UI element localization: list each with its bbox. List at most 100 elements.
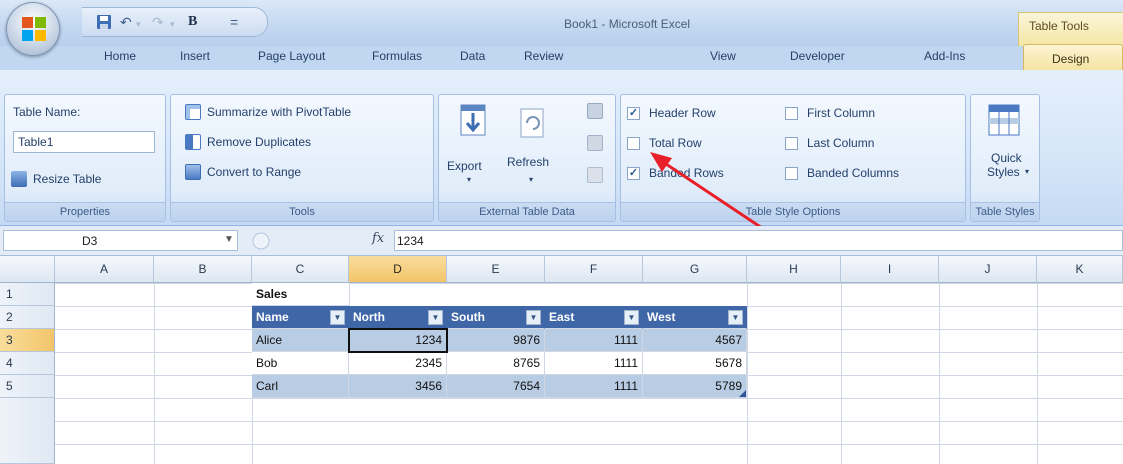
table-header-east[interactable]: East ▼ <box>545 306 643 329</box>
banded-rows-checkbox[interactable]: ✓ <box>627 167 640 180</box>
filter-dropdown-icon[interactable]: ▼ <box>728 310 743 325</box>
formula-value: 1234 <box>397 234 424 248</box>
table-cell[interactable]: 4567 <box>643 329 747 352</box>
quick-styles-button[interactable]: Quick Styles ▾ <box>975 101 1037 197</box>
table-header-north[interactable]: North ▼ <box>349 306 447 329</box>
table-cell[interactable]: 8765 <box>447 352 545 375</box>
convert-to-range-button[interactable]: Convert to Range <box>185 161 429 183</box>
save-icon[interactable] <box>96 14 112 30</box>
header-row-option[interactable]: ✓ Header Row <box>627 105 777 123</box>
row-header-4[interactable]: 4 <box>0 352 55 375</box>
formula-bar-expand-icon[interactable] <box>252 232 270 250</box>
tab-page-layout[interactable]: Page Layout <box>258 49 325 63</box>
row-header-empty <box>0 398 55 464</box>
table-header-east-label: East <box>549 310 575 324</box>
table-cell[interactable]: 9876 <box>447 329 545 352</box>
table-header-west[interactable]: West ▼ <box>643 306 747 329</box>
gridline <box>154 283 155 464</box>
filter-dropdown-icon[interactable]: ▼ <box>428 310 443 325</box>
table-cell[interactable]: 1111 <box>545 375 643 398</box>
tab-review[interactable]: Review <box>524 49 563 63</box>
header-row-label: Header Row <box>649 106 716 120</box>
column-header-a[interactable]: A <box>55 256 154 283</box>
tab-formulas[interactable]: Formulas <box>372 49 422 63</box>
window-title: Book1 - Microsoft Excel <box>564 17 691 31</box>
table-cell[interactable]: 2345 <box>349 352 447 375</box>
redo-dropdown-icon[interactable]: ▾ <box>170 13 175 35</box>
column-header-b[interactable]: B <box>154 256 252 283</box>
export-button[interactable]: Export ▾ <box>447 103 499 193</box>
column-header-j[interactable]: J <box>939 256 1037 283</box>
formula-bar: D3 ▼ fx 1234 <box>0 226 1123 256</box>
row-header-1[interactable]: 1 <box>0 283 55 306</box>
refresh-button[interactable]: Refresh ▾ <box>503 103 563 193</box>
table-cell[interactable]: Bob <box>252 352 349 375</box>
select-all-corner[interactable] <box>0 256 55 283</box>
redo-icon[interactable]: ↷ <box>152 11 164 33</box>
refresh-label: Refresh <box>507 155 550 169</box>
gridline <box>1037 283 1038 464</box>
table-cell[interactable]: 5678 <box>643 352 747 375</box>
table-resize-handle[interactable] <box>739 390 746 397</box>
bold-button[interactable]: B <box>188 11 197 33</box>
tab-developer[interactable]: Developer <box>790 49 845 63</box>
customize-toolbar-button[interactable]: = <box>230 11 238 33</box>
office-button[interactable] <box>6 2 60 56</box>
row-header-3[interactable]: 3 <box>0 329 55 352</box>
first-column-option[interactable]: First Column <box>785 105 955 123</box>
filter-dropdown-icon[interactable]: ▼ <box>526 310 541 325</box>
open-browser-icon[interactable] <box>587 135 603 151</box>
column-header-c[interactable]: C <box>252 256 349 283</box>
tab-add-ins[interactable]: Add-Ins <box>924 49 965 63</box>
properties-small-icon[interactable] <box>587 103 603 119</box>
remove-duplicates-icon <box>185 134 201 150</box>
filter-dropdown-icon[interactable]: ▼ <box>330 310 345 325</box>
resize-table-button[interactable]: Resize Table <box>11 169 161 189</box>
banded-columns-checkbox[interactable] <box>785 167 798 180</box>
table-header-name[interactable]: Name ▼ <box>252 306 349 329</box>
tab-insert[interactable]: Insert <box>180 49 210 63</box>
formula-input[interactable]: 1234 <box>394 230 1123 251</box>
table-name-input[interactable]: Table1 <box>13 131 155 153</box>
column-header-e[interactable]: E <box>447 256 545 283</box>
column-header-d[interactable]: D <box>349 256 447 283</box>
tab-data[interactable]: Data <box>460 49 485 63</box>
tab-view[interactable]: View <box>710 49 736 63</box>
column-header-k[interactable]: K <box>1037 256 1123 283</box>
header-row-checkbox[interactable]: ✓ <box>627 107 640 120</box>
column-header-g[interactable]: G <box>643 256 747 283</box>
banded-columns-option[interactable]: Banded Columns <box>785 165 963 183</box>
table-cell[interactable]: 1111 <box>545 329 643 352</box>
undo-dropdown-icon[interactable]: ▾ <box>136 13 141 35</box>
first-column-checkbox[interactable] <box>785 107 798 120</box>
column-header-f[interactable]: F <box>545 256 643 283</box>
column-header-i[interactable]: I <box>841 256 939 283</box>
filter-dropdown-icon[interactable]: ▼ <box>624 310 639 325</box>
tab-design[interactable]: Design <box>1023 44 1123 71</box>
last-column-label: Last Column <box>807 136 875 150</box>
fx-icon[interactable]: fx <box>372 231 384 246</box>
name-box-dropdown-icon[interactable]: ▼ <box>224 234 234 245</box>
name-box[interactable]: D3 ▼ <box>3 230 238 251</box>
table-cell[interactable]: 3456 <box>349 375 447 398</box>
unlink-icon[interactable] <box>587 167 603 183</box>
worksheet-grid[interactable]: A B C D E F G H I J K 1 2 3 4 5 Sales Na… <box>0 256 1123 464</box>
total-row-checkbox[interactable] <box>627 137 640 150</box>
table-cell[interactable]: 5789 <box>643 375 747 398</box>
table-header-south[interactable]: South ▼ <box>447 306 545 329</box>
summarize-pivot-button[interactable]: Summarize with PivotTable <box>185 101 429 123</box>
last-column-checkbox[interactable] <box>785 137 798 150</box>
tab-home[interactable]: Home <box>104 49 136 63</box>
cell-c1[interactable]: Sales <box>252 283 350 306</box>
table-cell[interactable]: Carl <box>252 375 349 398</box>
undo-icon[interactable]: ↶ <box>120 11 132 33</box>
row-header-2[interactable]: 2 <box>0 306 55 329</box>
row-header-5[interactable]: 5 <box>0 375 55 398</box>
last-column-option[interactable]: Last Column <box>785 135 955 153</box>
table-cell[interactable]: 7654 <box>447 375 545 398</box>
table-cell[interactable]: 1111 <box>545 352 643 375</box>
remove-duplicates-button[interactable]: Remove Duplicates <box>185 131 429 153</box>
table-cell[interactable]: Alice <box>252 329 349 352</box>
name-box-value: D3 <box>82 234 98 248</box>
column-header-h[interactable]: H <box>747 256 841 283</box>
